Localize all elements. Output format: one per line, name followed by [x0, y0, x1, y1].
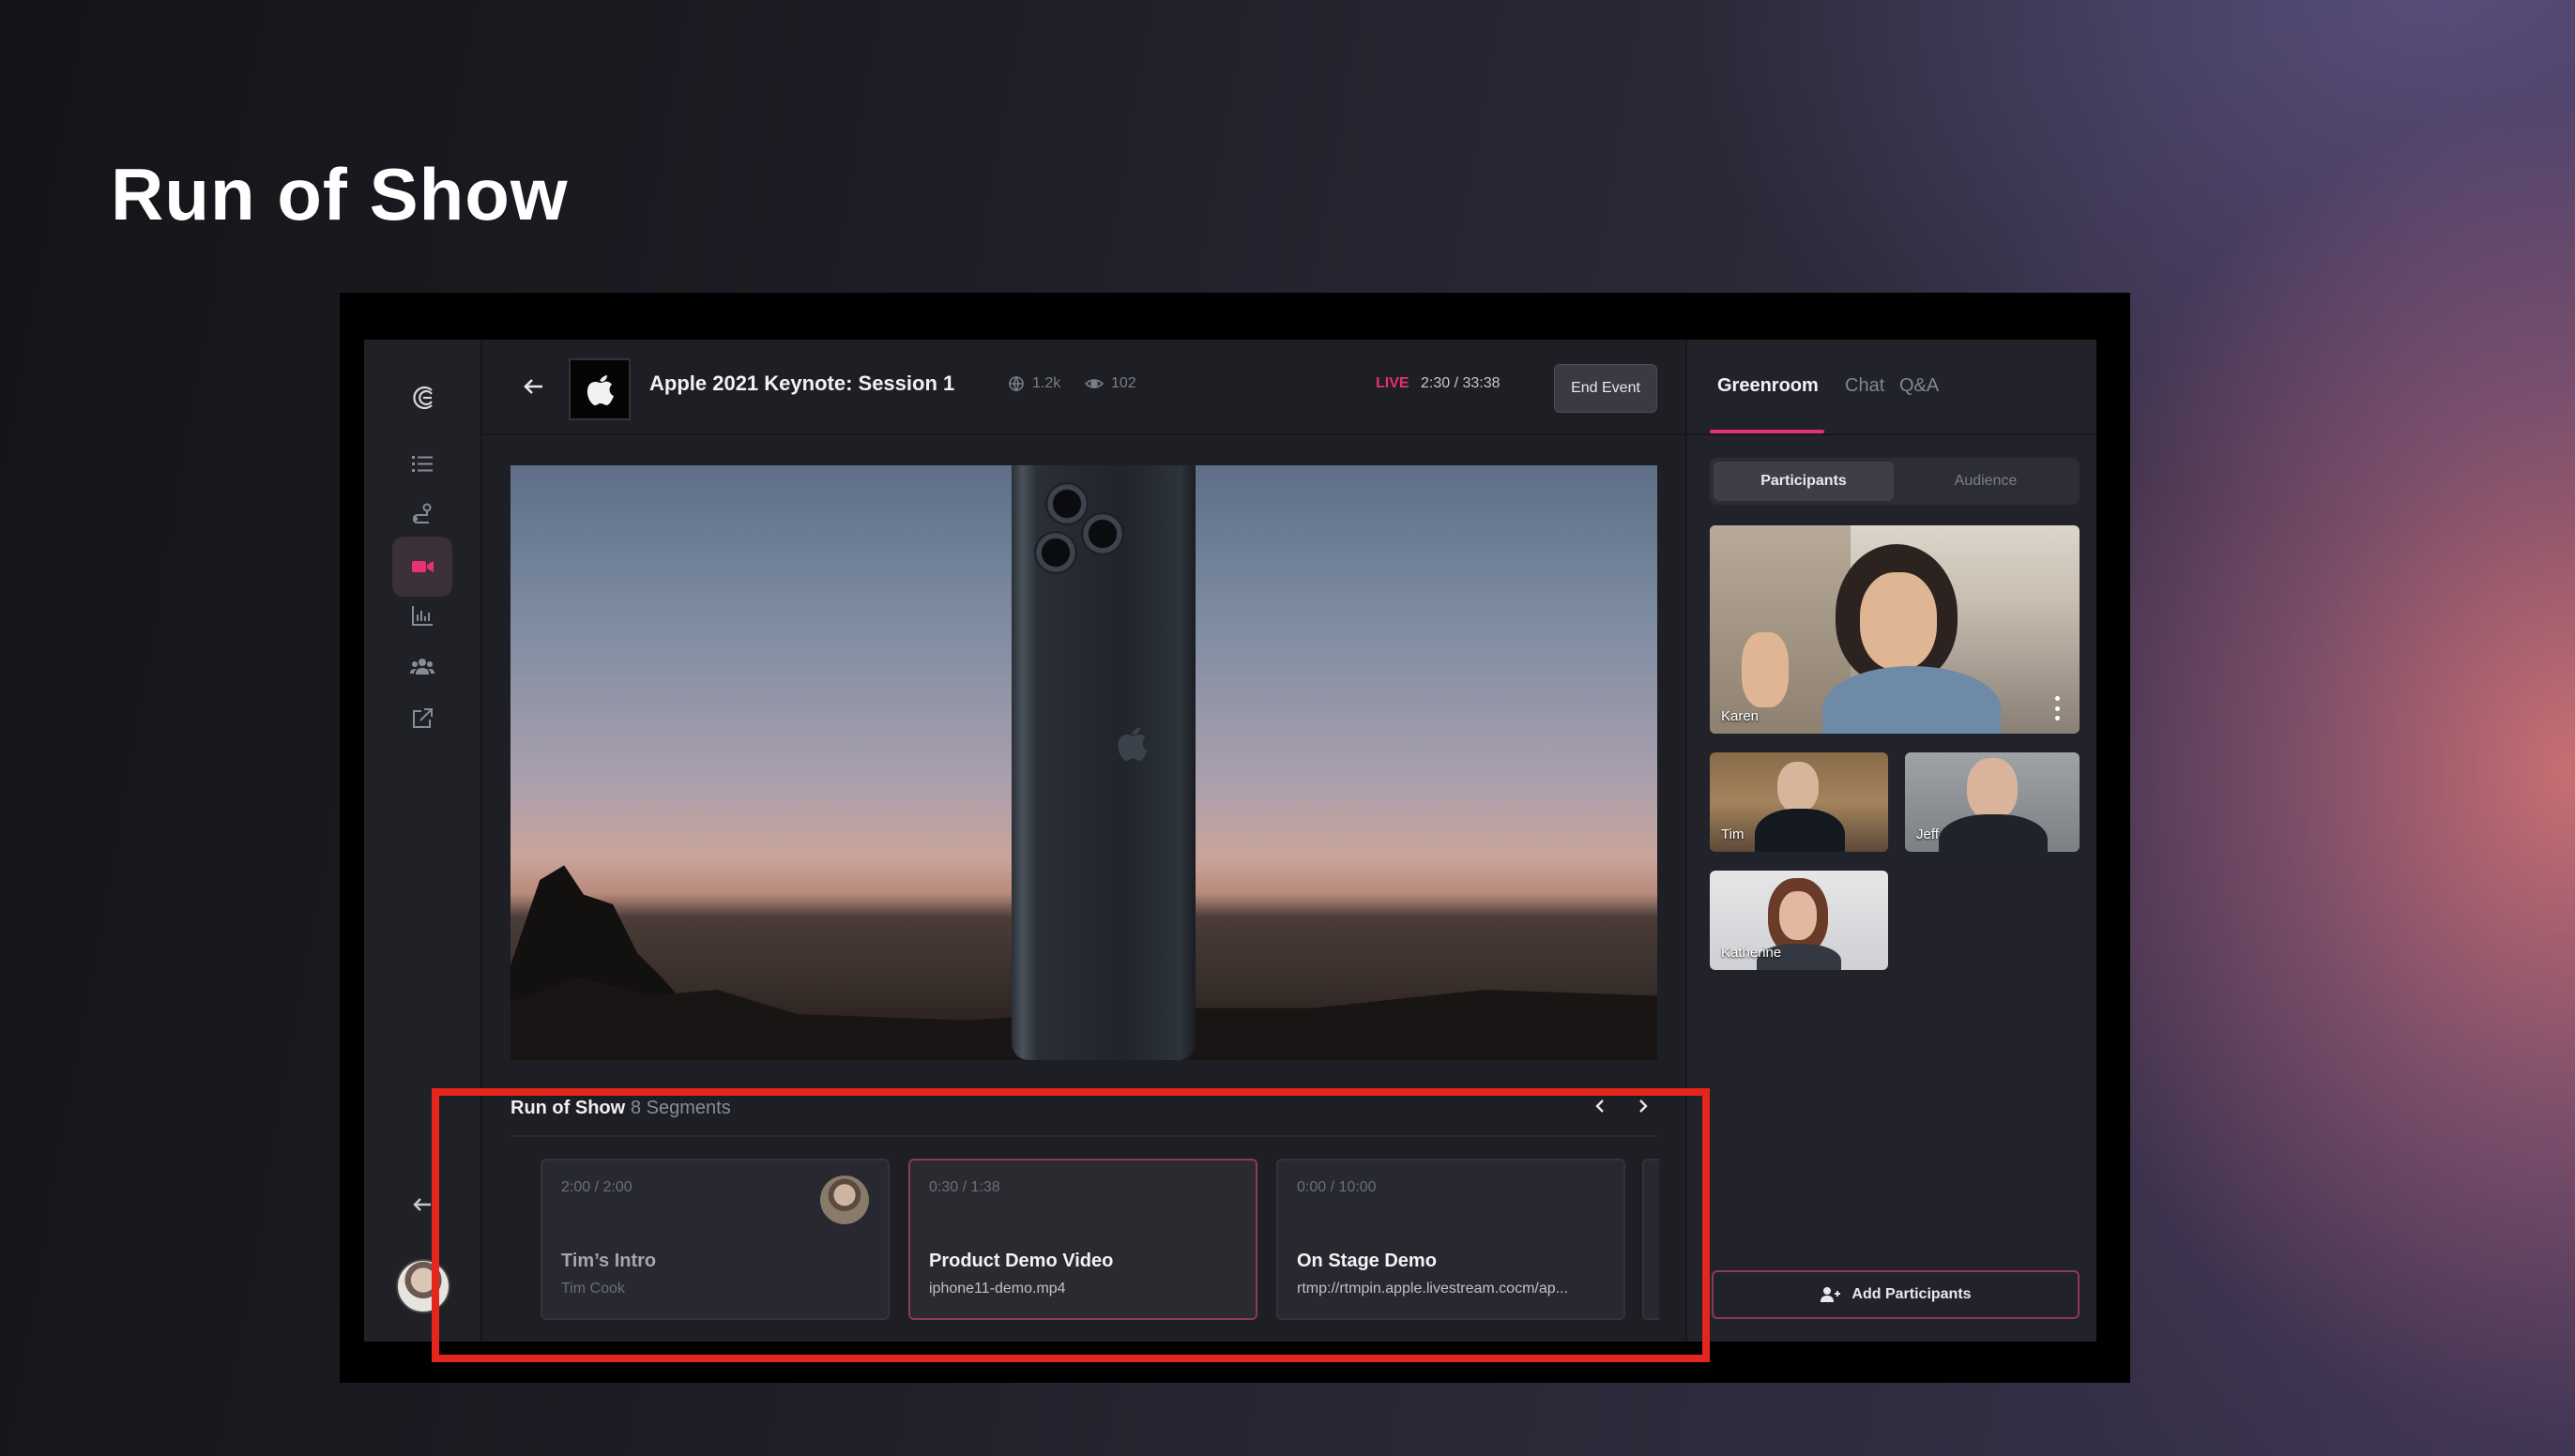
add-participants-button[interactable]: Add Participants [1712, 1270, 2080, 1319]
globe-stat: 1.2k [1008, 375, 1060, 392]
route-icon[interactable] [392, 484, 452, 544]
live-badge: LIVE [1376, 375, 1409, 391]
participants-audience-toggle: Participants Audience [1710, 458, 2080, 505]
participant-tile[interactable]: Karen [1710, 525, 2080, 734]
divider [1687, 433, 2096, 435]
event-header: Apple 2021 Keynote: Session 1 1.2k 102 L… [480, 340, 1685, 435]
add-participants-label: Add Participants [1851, 1286, 1972, 1302]
participant-name: Tim [1721, 827, 1745, 842]
stage-video[interactable] [510, 465, 1657, 1060]
external-link-icon[interactable] [392, 689, 452, 749]
people-icon[interactable] [392, 636, 452, 696]
page-title: Run of Show [111, 153, 569, 235]
toggle-participants[interactable]: Participants [1714, 462, 1894, 501]
add-user-icon [1821, 1287, 1841, 1302]
participant-tile[interactable]: Katherine [1710, 871, 1888, 970]
toggle-audience[interactable]: Audience [1896, 462, 2076, 501]
views-stat: 102 [1085, 375, 1136, 392]
participant-name: Jeff [1916, 827, 1939, 842]
participant-name: Karen [1721, 708, 1760, 724]
eye-icon [1085, 379, 1104, 388]
live-timer: 2:30 / 33:38 [1421, 375, 1501, 391]
apple-logo-icon [587, 375, 614, 405]
run-of-show-highlight [432, 1088, 1710, 1362]
back-arrow-icon[interactable] [518, 372, 548, 402]
tab-qa[interactable]: Q&A [1899, 375, 1939, 397]
participant-name: Katherine [1721, 945, 1782, 961]
tab-greenroom[interactable]: Greenroom [1717, 375, 1819, 397]
participant-tile[interactable]: Tim [1710, 752, 1888, 852]
views-count: 102 [1111, 375, 1136, 391]
globe-count: 1.2k [1032, 375, 1061, 391]
end-event-button[interactable]: End Event [1554, 364, 1657, 413]
more-vertical-icon[interactable] [2048, 696, 2066, 720]
logo-icon[interactable] [392, 368, 452, 428]
event-title: Apple 2021 Keynote: Session 1 [649, 372, 955, 395]
participant-tile[interactable]: Jeff [1905, 752, 2080, 852]
tab-chat[interactable]: Chat [1845, 375, 1884, 397]
globe-icon [1009, 376, 1024, 392]
side-panel: Greenroom Chat Q&A Participants Audience… [1685, 340, 2096, 1342]
phone-image [1012, 465, 1196, 1060]
event-logo [569, 358, 631, 420]
